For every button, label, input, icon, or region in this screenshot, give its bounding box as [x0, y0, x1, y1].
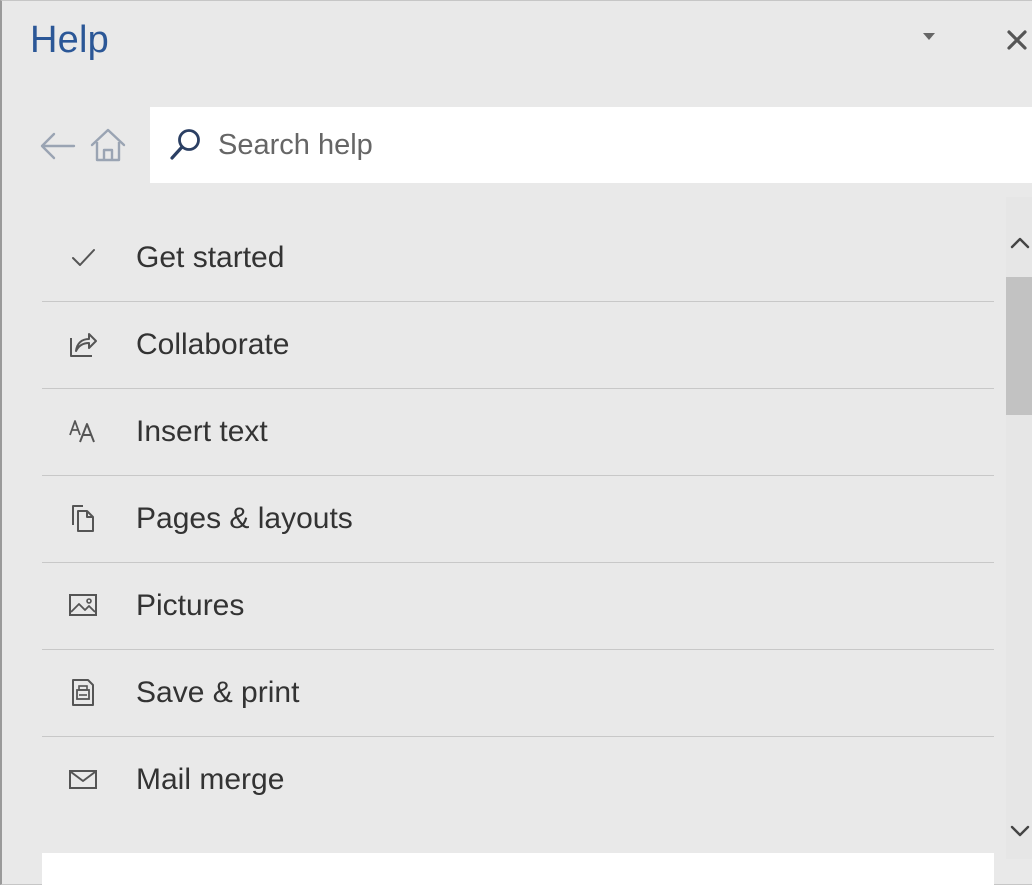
share-icon: [70, 333, 97, 357]
search-icon: [170, 129, 200, 160]
caret-down-icon: [923, 33, 935, 40]
home-icon: [90, 128, 126, 162]
home-button[interactable]: [88, 125, 128, 165]
vertical-scrollbar[interactable]: [1006, 197, 1032, 859]
close-icon: [1007, 30, 1027, 50]
topic-get-started[interactable]: Get started: [42, 215, 994, 302]
topic-list: Get started Collaborate Insert text Page…: [42, 215, 994, 823]
help-pane: Help Get starte: [0, 0, 1032, 886]
topic-pictures[interactable]: Pictures: [42, 563, 994, 650]
topic-pages-layouts[interactable]: Pages & layouts: [42, 476, 994, 563]
pages-icon: [72, 505, 94, 532]
topic-label: Collaborate: [136, 328, 290, 361]
scroll-down-icon[interactable]: [1006, 817, 1032, 845]
topic-label: Mail merge: [136, 763, 285, 796]
pane-options-button[interactable]: [914, 27, 944, 47]
scroll-thumb[interactable]: [1006, 277, 1032, 415]
topic-label: Get started: [136, 241, 285, 274]
topic-label: Save & print: [136, 676, 300, 709]
next-section-card: [42, 853, 994, 886]
checkmark-icon: [72, 249, 95, 266]
topic-label: Pages & layouts: [136, 502, 353, 535]
topic-label: Pictures: [136, 589, 245, 622]
picture-icon: [69, 594, 97, 616]
back-button[interactable]: [38, 129, 78, 163]
save-print-icon: [72, 679, 94, 706]
topic-insert-text[interactable]: Insert text: [42, 389, 994, 476]
topic-label: Insert text: [136, 415, 268, 448]
topic-mail-merge[interactable]: Mail merge: [42, 737, 994, 823]
topic-save-print[interactable]: Save & print: [42, 650, 994, 737]
scroll-up-icon[interactable]: [1006, 229, 1032, 257]
font-size-icon: [69, 420, 95, 443]
pane-title: Help: [30, 19, 109, 61]
search-input[interactable]: [218, 107, 978, 183]
close-button[interactable]: [1000, 19, 1032, 59]
search-box[interactable]: [150, 107, 1032, 183]
topic-collaborate[interactable]: Collaborate: [42, 302, 994, 389]
back-arrow-icon: [40, 132, 76, 160]
envelope-icon: [69, 770, 97, 789]
